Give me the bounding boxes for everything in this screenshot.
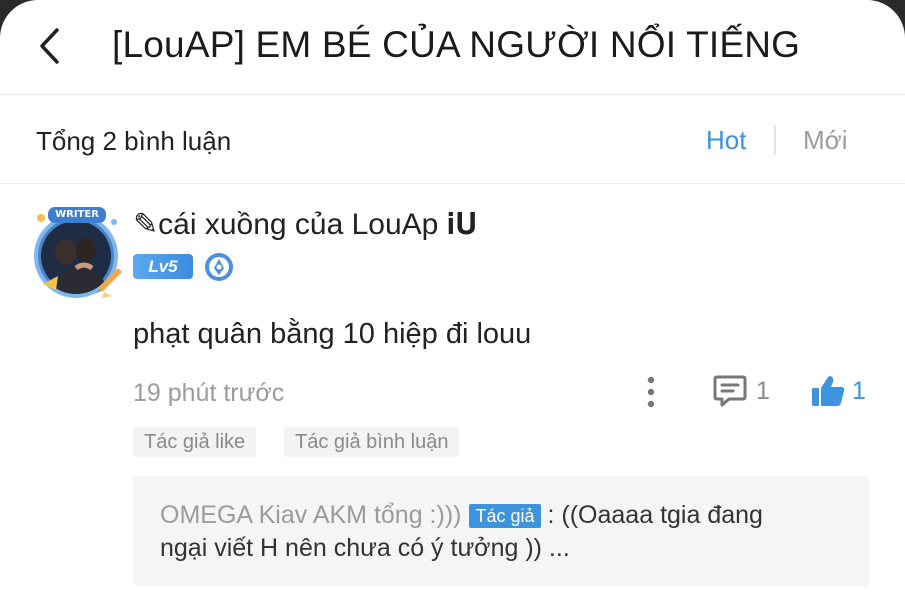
like-count: 1: [852, 376, 866, 405]
avatar-badge: WRITER: [48, 207, 106, 223]
reply-preview[interactable]: OMEGA Kiav AKM tổng :))) Tác giả : ((Oaa…: [133, 476, 870, 586]
more-options-button[interactable]: [640, 374, 662, 410]
comment-icon: [713, 375, 747, 407]
avatar[interactable]: WRITER: [28, 206, 124, 302]
reply-button[interactable]: 1: [712, 373, 776, 409]
reply-text-start: : ((Oaaaa tgia đang: [547, 501, 763, 529]
screen: [LouAP] EM BÉ CỦA NGƯỜI NỔI TIẾNG Tổng 2…: [0, 0, 905, 600]
comments-bar: Tổng 2 bình luận Hot Mới: [0, 96, 905, 184]
reply-username[interactable]: OMEGA Kiav AKM tổng :))): [160, 501, 461, 530]
comment-timestamp: 19 phút trước: [133, 379, 285, 407]
back-button[interactable]: [30, 22, 70, 70]
tag-author-liked: Tác giả like: [133, 427, 257, 457]
level-badge: Lv5: [133, 254, 193, 279]
like-button[interactable]: 1: [810, 372, 874, 410]
header: [LouAP] EM BÉ CỦA NGƯỜI NỔI TIẾNG: [0, 0, 905, 95]
page-title: [LouAP] EM BÉ CỦA NGƯỜI NỔI TIẾNG: [112, 24, 801, 65]
sort-hot-tab[interactable]: Hot: [706, 125, 746, 156]
reply-line-1: OMEGA Kiav AKM tổng :))) Tác giả : ((Oaa…: [160, 501, 763, 530]
sort-new-tab[interactable]: Mới: [803, 125, 847, 156]
comment-body: phạt quân bằng 10 hiệp đi louu: [133, 318, 532, 350]
author-badge: Tác giả: [469, 503, 541, 528]
divider: [774, 125, 776, 155]
reply-count: 1: [756, 376, 770, 405]
tag-author-replied: Tác giả bình luận: [284, 427, 460, 457]
thumbs-up-icon: [812, 376, 845, 406]
comment-username[interactable]: ✎cái xuồng của LouAp 𝐢𝐔: [133, 207, 477, 242]
more-vertical-icon: [647, 376, 655, 408]
reply-text-end: ngại viết H nên chưa có ý tưởng )) ...: [160, 534, 570, 562]
rank-badge-icon: [204, 252, 234, 282]
chevron-left-icon: [40, 28, 59, 64]
comment-count: Tổng 2 bình luận: [36, 126, 232, 156]
